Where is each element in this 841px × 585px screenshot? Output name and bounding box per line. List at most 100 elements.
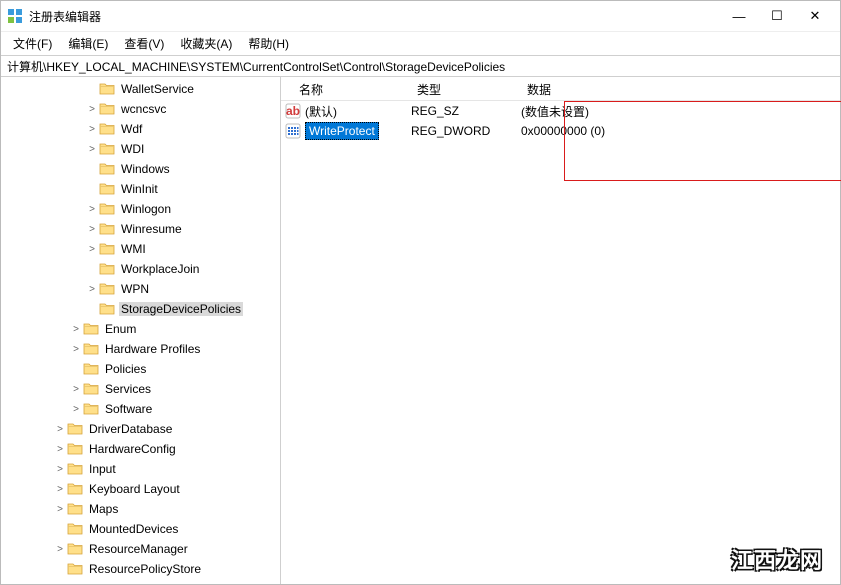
tree-item[interactable]: > Services xyxy=(1,379,280,399)
tree-label: Input xyxy=(87,462,118,476)
string-value-icon: ab xyxy=(285,103,301,119)
tree-item[interactable]: >Wdf xyxy=(1,119,280,139)
expander-icon[interactable]: > xyxy=(85,224,99,235)
tree-label: ResourcePolicyStore xyxy=(87,562,203,576)
folder-icon xyxy=(99,122,115,136)
expander-icon[interactable]: > xyxy=(69,344,83,355)
tree-item[interactable]: >Software xyxy=(1,399,280,419)
folder-icon xyxy=(99,222,115,236)
tree-label: Windows xyxy=(119,162,172,176)
maximize-button[interactable]: ☐ xyxy=(758,1,796,31)
expander-icon[interactable]: > xyxy=(53,444,67,455)
value-row[interactable]: ab(默认)REG_SZ(数值未设置) xyxy=(281,101,840,121)
folder-icon xyxy=(67,542,83,556)
expander-icon[interactable]: > xyxy=(85,144,99,155)
folder-icon xyxy=(99,262,115,276)
tree-item[interactable]: Policies xyxy=(1,359,280,379)
tree-item[interactable]: Windows xyxy=(1,159,280,179)
tree-label: WMI xyxy=(119,242,148,256)
menu-view[interactable]: 查看(V) xyxy=(116,33,172,54)
tree-label: Winresume xyxy=(119,222,184,236)
expander-icon[interactable]: > xyxy=(85,244,99,255)
close-button[interactable]: ✕ xyxy=(796,1,834,31)
address-bar[interactable]: 计算机\HKEY_LOCAL_MACHINE\SYSTEM\CurrentCon… xyxy=(1,55,840,77)
tree-item[interactable]: > wcncsvc xyxy=(1,99,280,119)
tree-item[interactable]: WinInit xyxy=(1,179,280,199)
tree-item[interactable]: ResourcePolicyStore xyxy=(1,559,280,579)
folder-icon xyxy=(83,322,99,336)
tree-item[interactable]: >Hardware Profiles xyxy=(1,339,280,359)
expander-icon[interactable]: > xyxy=(53,424,67,435)
tree-item[interactable]: WorkplaceJoin xyxy=(1,259,280,279)
menubar: 文件(F) 编辑(E) 查看(V) 收藏夹(A) 帮助(H) xyxy=(1,31,840,55)
menu-edit[interactable]: 编辑(E) xyxy=(60,33,116,54)
expander-icon[interactable]: > xyxy=(53,484,67,495)
folder-icon xyxy=(67,422,83,436)
expander-icon[interactable]: > xyxy=(69,404,83,415)
tree-label: Policies xyxy=(103,362,148,376)
tree-label: WalletService xyxy=(119,82,196,96)
folder-icon xyxy=(83,362,99,376)
expander-icon[interactable]: > xyxy=(53,544,67,555)
folder-icon xyxy=(67,562,83,576)
tree-label: WinInit xyxy=(119,182,160,196)
registry-tree[interactable]: WalletService>wcncsvc>Wdf>WDIWindowsWinI… xyxy=(1,77,280,584)
folder-icon xyxy=(67,482,83,496)
folder-icon xyxy=(99,102,115,116)
expander-icon[interactable]: > xyxy=(85,284,99,295)
column-type[interactable]: 类型 xyxy=(411,77,521,100)
tree-label: wcncsvc xyxy=(119,102,168,116)
tree-item[interactable]: > Input xyxy=(1,459,280,479)
value-data: (数值未设置) xyxy=(521,102,589,121)
window-title: 注册表编辑器 xyxy=(29,8,720,25)
expander-icon[interactable]: > xyxy=(69,324,83,335)
tree-item[interactable]: > Winlogon xyxy=(1,199,280,219)
tree-item[interactable]: > WMI xyxy=(1,239,280,259)
menu-help[interactable]: 帮助(H) xyxy=(240,33,297,54)
folder-icon xyxy=(99,302,115,316)
tree-item[interactable]: StorageDevicePolicies xyxy=(1,299,280,319)
value-type: REG_DWORD xyxy=(411,123,521,139)
expander-icon[interactable]: > xyxy=(85,204,99,215)
folder-icon xyxy=(67,522,83,536)
window-controls: — ☐ ✕ xyxy=(720,1,834,31)
expander-icon[interactable]: > xyxy=(53,464,67,475)
tree-label: Services xyxy=(103,382,153,396)
tree-label: ResourceManager xyxy=(87,542,190,556)
value-name: WriteProtect xyxy=(305,122,379,140)
folder-icon xyxy=(67,502,83,516)
value-data: 0x00000000 (0) xyxy=(521,123,605,139)
menu-favorites[interactable]: 收藏夹(A) xyxy=(172,33,240,54)
tree-item[interactable]: >Enum xyxy=(1,319,280,339)
tree-label: WDI xyxy=(119,142,146,156)
minimize-button[interactable]: — xyxy=(720,1,758,31)
tree-item[interactable]: > Winresume xyxy=(1,219,280,239)
tree-item[interactable]: >Maps xyxy=(1,499,280,519)
tree-item[interactable]: >DriverDatabase xyxy=(1,419,280,439)
expander-icon[interactable]: > xyxy=(85,104,99,115)
tree-item[interactable]: MountedDevices xyxy=(1,519,280,539)
tree-item[interactable]: > WDI xyxy=(1,139,280,159)
menu-file[interactable]: 文件(F) xyxy=(5,33,60,54)
tree-label: StorageDevicePolicies xyxy=(119,302,243,316)
column-name[interactable]: 名称 xyxy=(281,77,411,100)
tree-label: MountedDevices xyxy=(87,522,180,536)
tree-item[interactable]: >WPN xyxy=(1,279,280,299)
tree-label: Winlogon xyxy=(119,202,173,216)
tree-item[interactable]: >Keyboard Layout xyxy=(1,479,280,499)
expander-icon[interactable]: > xyxy=(85,124,99,135)
folder-icon xyxy=(99,182,115,196)
folder-icon xyxy=(99,142,115,156)
expander-icon[interactable]: > xyxy=(53,504,67,515)
svg-text:ab: ab xyxy=(286,104,300,118)
folder-icon xyxy=(67,442,83,456)
titlebar[interactable]: 注册表编辑器 — ☐ ✕ xyxy=(1,1,840,31)
tree-item[interactable]: >HardwareConfig xyxy=(1,439,280,459)
column-data[interactable]: 数据 xyxy=(521,77,840,100)
tree-item[interactable]: WalletService xyxy=(1,79,280,99)
list-header: 名称 类型 数据 xyxy=(281,77,840,101)
tree-item[interactable]: > ResourceManager xyxy=(1,539,280,559)
folder-icon xyxy=(99,282,115,296)
expander-icon[interactable]: > xyxy=(69,384,83,395)
value-row[interactable]: WriteProtect REG_DWORD0x00000000 (0) xyxy=(281,121,840,141)
